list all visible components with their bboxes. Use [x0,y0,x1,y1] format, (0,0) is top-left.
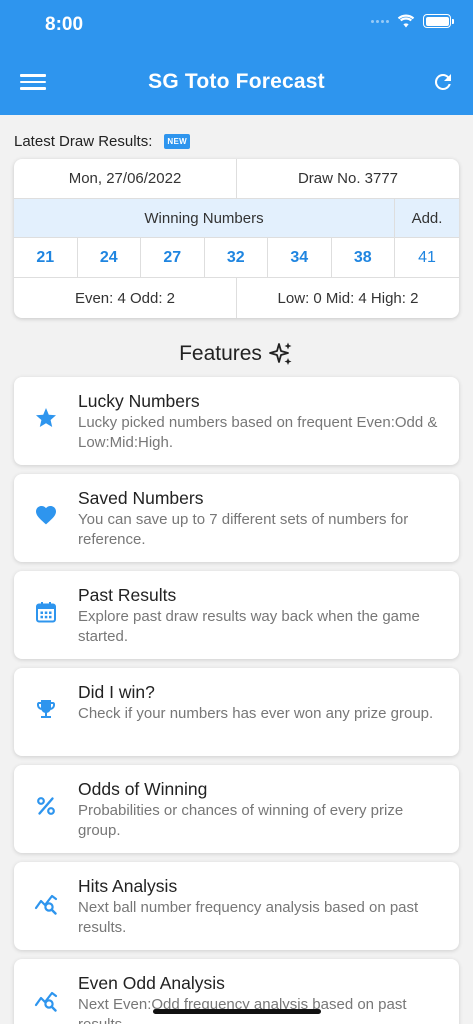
status-icons [371,14,454,28]
battery-icon [423,14,454,28]
app-bar: 8:00 SG Toto Forecast [0,0,473,115]
winning-number: 24 [77,238,141,278]
draw-results-card: Mon, 27/06/2022 Draw No. 3777 Winning Nu… [14,159,459,318]
feature-title: Lucky Numbers [78,391,200,411]
feature-description: Probabilities or chances of winning of e… [78,802,404,839]
feature-card-odds-of-winning[interactable]: Odds of Winning Probabilities or chances… [14,765,459,853]
refresh-icon[interactable] [431,70,455,94]
low-mid-high-stat: Low: 0 Mid: 4 High: 2 [277,289,419,307]
latest-draw-label: Latest Draw Results: NEW [14,133,190,150]
signal-icon [371,19,389,23]
new-badge: NEW [164,134,190,149]
winning-numbers-header: Winning Numbers [14,199,395,238]
feature-title: Even Odd Analysis [78,973,225,993]
features-heading: Features [0,341,473,367]
feature-description: Explore past draw results way back when … [78,608,420,645]
analytics-icon [34,991,58,1012]
stats-row: Even: 4 Odd: 2 Low: 0 Mid: 4 High: 2 [14,278,459,318]
numbers-header-row: Winning Numbers Add. [14,199,459,238]
feature-card-even-odd-analysis[interactable]: Even Odd Analysis Next Even:Odd frequenc… [14,959,459,1024]
star-icon [36,408,56,427]
additional-header: Add. [395,199,459,238]
winning-number: 21 [14,238,78,278]
analytics-icon [34,894,58,915]
status-time: 8:00 [45,14,84,35]
trophy-icon [37,700,55,718]
feature-description: Check if your numbers has ever won any p… [78,705,434,722]
feature-title: Past Results [78,585,177,605]
feature-card-did-i-win[interactable]: Did I win? Check if your numbers has eve… [14,668,459,756]
draw-number: Draw No. 3777 [237,159,459,199]
winning-number: 34 [268,238,332,278]
feature-title: Saved Numbers [78,488,204,508]
feature-description: You can save up to 7 different sets of n… [78,511,409,548]
additional-number: 41 [395,238,459,278]
home-indicator [153,1009,321,1014]
feature-title: Hits Analysis [78,876,178,896]
feature-title: Odds of Winning [78,779,208,799]
feature-title: Did I win? [78,682,155,702]
feature-description: Next ball number frequency analysis base… [78,899,419,936]
feature-card-hits-analysis[interactable]: Hits Analysis Next ball number frequency… [14,862,459,950]
winning-number: 32 [204,238,268,278]
numbers-row: 21 24 27 32 34 38 41 [14,238,459,278]
heart-icon [36,506,56,525]
feature-card-saved-numbers[interactable]: Saved Numbers You can save up to 7 diffe… [14,474,459,562]
sparkle-icon [269,342,292,365]
feature-card-past-results[interactable]: Past Results Explore past draw results w… [14,571,459,659]
features-title: Features [179,342,262,365]
calendar-icon [36,602,56,623]
wifi-icon [397,14,415,28]
percent-icon [37,797,55,815]
draw-info-row: Mon, 27/06/2022 Draw No. 3777 [14,159,459,199]
even-odd-stat: Even: 4 Odd: 2 [14,278,237,318]
feature-description: Lucky picked numbers based on frequent E… [78,414,438,451]
winning-number: 38 [331,238,395,278]
latest-draw-text: Latest Draw Results: [14,133,153,150]
feature-card-lucky-numbers[interactable]: Lucky Numbers Lucky picked numbers based… [14,377,459,465]
draw-date: Mon, 27/06/2022 [14,159,237,199]
winning-number: 27 [141,238,205,278]
app-title: SG Toto Forecast [148,70,325,93]
